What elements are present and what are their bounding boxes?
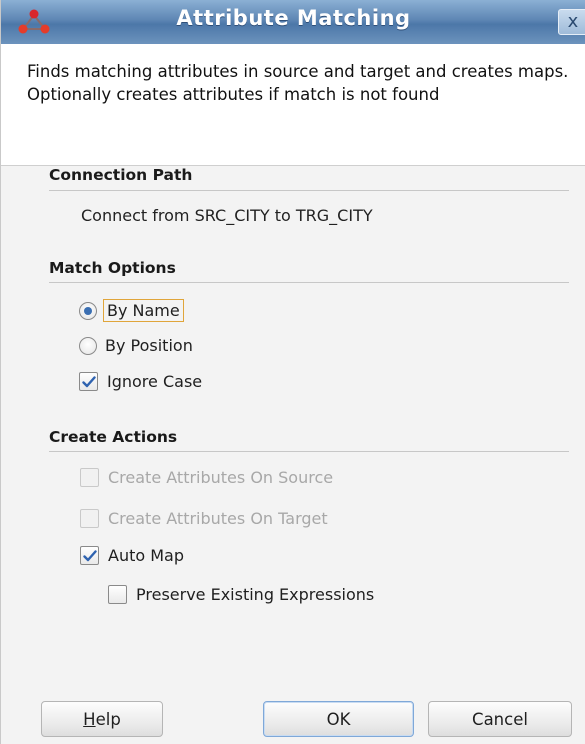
create-on-target-checkbox bbox=[80, 509, 99, 528]
ignore-case-option[interactable]: Ignore Case bbox=[79, 372, 202, 391]
create-on-source-checkbox bbox=[80, 468, 99, 487]
create-actions-heading: Create Actions bbox=[49, 428, 178, 446]
by-position-radio[interactable] bbox=[79, 336, 97, 355]
close-button[interactable]: x bbox=[558, 9, 585, 35]
ignore-case-label[interactable]: Ignore Case bbox=[107, 372, 202, 391]
help-label: elp bbox=[95, 709, 121, 729]
description-text: Finds matching attributes in source and … bbox=[27, 62, 569, 104]
preserve-expressions-option[interactable]: Preserve Existing Expressions bbox=[108, 585, 374, 604]
attribute-matching-dialog: Attribute Matching x Finds matching attr… bbox=[0, 0, 585, 744]
ok-button[interactable]: OK bbox=[263, 701, 414, 737]
by-name-label[interactable]: By Name bbox=[103, 299, 184, 322]
help-mnemonic: H bbox=[83, 709, 96, 729]
auto-map-option[interactable]: Auto Map bbox=[80, 546, 184, 565]
checkmark-icon bbox=[82, 549, 97, 561]
description-panel: Finds matching attributes in source and … bbox=[1, 44, 585, 166]
cancel-button[interactable]: Cancel bbox=[428, 701, 572, 737]
connection-path-heading: Connection Path bbox=[49, 166, 193, 184]
connection-path-divider bbox=[49, 190, 569, 191]
ignore-case-checkbox[interactable] bbox=[79, 372, 98, 391]
create-on-source-label: Create Attributes On Source bbox=[108, 468, 334, 487]
checkmark-icon bbox=[81, 375, 96, 387]
ok-label: OK bbox=[326, 709, 351, 729]
create-on-source-option: Create Attributes On Source bbox=[80, 468, 333, 487]
help-button[interactable]: Help bbox=[41, 701, 163, 737]
by-name-radio[interactable] bbox=[79, 301, 97, 320]
match-options-heading: Match Options bbox=[49, 259, 176, 277]
by-position-option[interactable]: By Position bbox=[79, 336, 193, 355]
cancel-label: Cancel bbox=[472, 709, 528, 729]
create-on-target-label: Create Attributes On Target bbox=[108, 509, 328, 528]
connection-path-text: Connect from SRC_CITY to TRG_CITY bbox=[81, 206, 373, 225]
close-icon: x bbox=[567, 11, 579, 32]
create-on-target-option: Create Attributes On Target bbox=[80, 509, 328, 528]
preserve-expressions-label[interactable]: Preserve Existing Expressions bbox=[136, 585, 374, 604]
title-bar[interactable]: Attribute Matching x bbox=[1, 0, 585, 45]
preserve-expressions-checkbox[interactable] bbox=[108, 585, 127, 604]
match-options-divider bbox=[49, 282, 569, 283]
by-position-label[interactable]: By Position bbox=[105, 336, 193, 355]
create-actions-divider bbox=[49, 451, 569, 452]
auto-map-checkbox[interactable] bbox=[80, 546, 99, 565]
auto-map-label[interactable]: Auto Map bbox=[108, 546, 184, 565]
by-name-option[interactable]: By Name bbox=[79, 299, 184, 322]
dialog-title: Attribute Matching bbox=[176, 6, 411, 30]
